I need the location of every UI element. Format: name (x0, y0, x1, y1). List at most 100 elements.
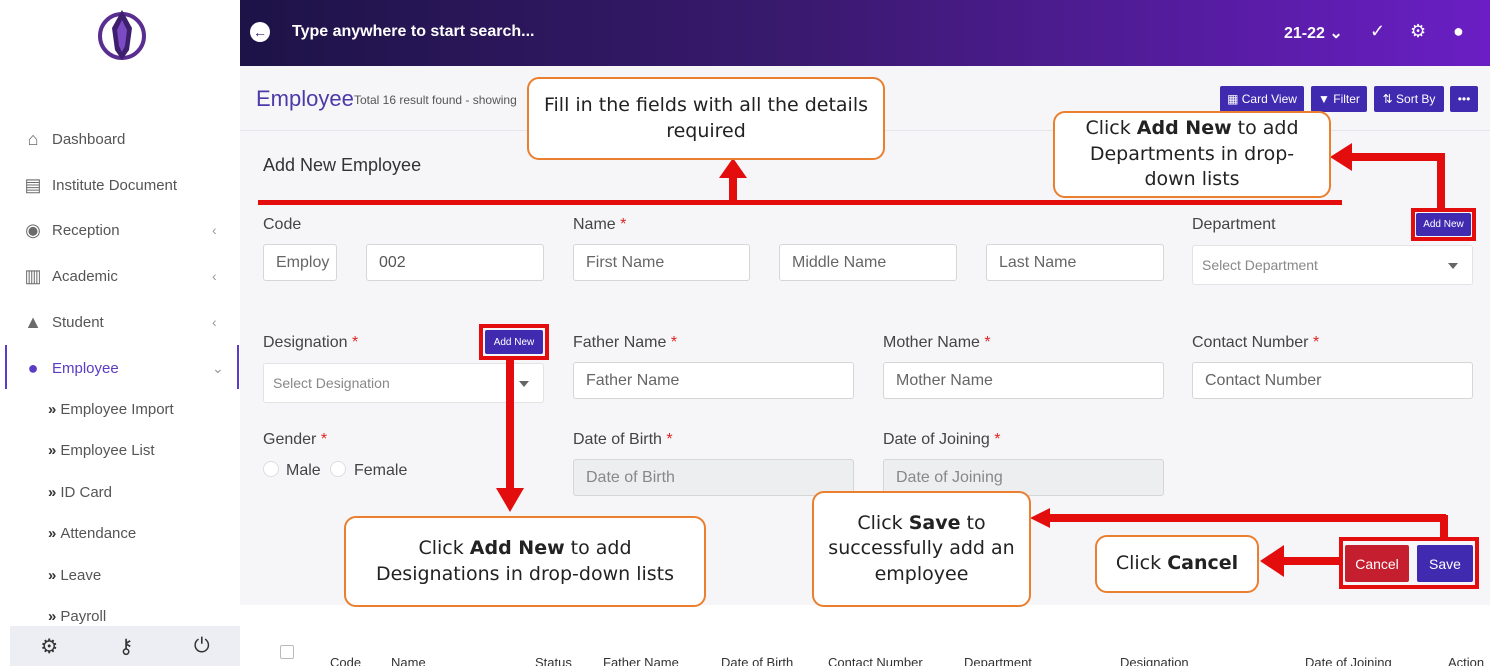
power-icon[interactable]: ⏻ (194, 635, 210, 658)
callout-save: Click Save to successfully add an employ… (812, 491, 1031, 607)
add-new-designation-button[interactable]: Add New (485, 330, 543, 354)
grid-icon: ▦ (1227, 92, 1242, 106)
card-view-button[interactable]: ▦ Card View (1220, 86, 1304, 112)
sidebar-item-label: Reception (52, 221, 120, 239)
subitem-label: Attendance (60, 525, 137, 542)
subitem-label: Employee List (60, 442, 155, 459)
male-label: Male (286, 462, 321, 479)
user-icon[interactable]: ● (1453, 21, 1464, 42)
designation-placeholder: Select Designation (273, 375, 390, 391)
sidebar-item-student[interactable]: ▲ Student ‹ (22, 311, 217, 333)
sidebar-item-institute-document[interactable]: ▤ Institute Document (22, 174, 177, 196)
back-arrow-icon[interactable]: ← (250, 22, 270, 42)
more-button[interactable]: ••• (1450, 86, 1478, 112)
table-header[interactable]: Contact Number (828, 655, 923, 666)
callout-fill-fields: Fill in the fields with all the details … (527, 77, 885, 160)
sidebar-item-reception[interactable]: ◉ Reception ‹ (22, 219, 217, 241)
callout-bold: Add New (1136, 117, 1232, 140)
sort-by-button[interactable]: ⇅ Sort By (1374, 86, 1444, 112)
dob-input[interactable]: Date of Birth (573, 459, 854, 496)
check-circle-icon[interactable]: ✓ (1370, 21, 1385, 42)
key-icon[interactable]: ⚷ (119, 634, 134, 659)
filter-icon: ▼ (1318, 92, 1334, 106)
father-name-input[interactable]: Father Name (573, 362, 854, 399)
annotation-arrow-cancel-head (1260, 545, 1284, 577)
table-header[interactable]: Department (964, 655, 1032, 666)
sort-label: Sort By (1396, 92, 1436, 106)
sidebar-subitem-leave[interactable]: » Leave (48, 567, 101, 584)
code-prefix-input[interactable]: Employ (263, 244, 337, 281)
sidebar-subitem-attendance[interactable]: » Attendance (48, 525, 136, 542)
callout-bold: Save (908, 511, 961, 534)
sidebar-subitem-id-card[interactable]: » ID Card (48, 484, 112, 501)
middle-name-input[interactable]: Middle Name (779, 244, 957, 281)
sidebar-subitem-payroll[interactable]: » Payroll (48, 608, 106, 625)
last-name-input[interactable]: Last Name (986, 244, 1164, 281)
year-selector[interactable]: 21-22 ⌄ (1284, 23, 1343, 43)
result-count: Total 16 result found - showing (354, 93, 517, 107)
chevron-down-icon: ⌄ (1329, 25, 1343, 42)
code-input[interactable]: 002 (366, 244, 544, 281)
mother-name-input[interactable]: Mother Name (883, 362, 1164, 399)
home-icon: ⌂ (27, 128, 39, 149)
mother-name-label: Mother Name * (883, 334, 991, 352)
father-label-text: Father Name (573, 334, 667, 351)
sidebar-subitem-employee-list[interactable]: » Employee List (48, 442, 155, 459)
add-new-department-button[interactable]: Add New (1416, 213, 1471, 236)
callout-bold: Add New (469, 536, 565, 559)
table-header[interactable]: Code (330, 655, 361, 666)
annotation-arrow-save-head (1030, 508, 1050, 528)
female-radio[interactable] (330, 461, 346, 477)
callout-text: Click (857, 511, 909, 534)
department-select[interactable]: Select Department (1192, 245, 1473, 285)
select-all-checkbox[interactable] (280, 645, 294, 659)
active-indicator-right (237, 345, 239, 389)
active-indicator (5, 345, 7, 389)
cancel-button[interactable]: Cancel (1345, 545, 1409, 582)
code-label: Code (263, 216, 302, 233)
chevron-left-icon: ‹ (212, 268, 217, 284)
table-header[interactable]: Date of Joining (1305, 655, 1392, 666)
contact-label-text: Contact Number (1192, 334, 1309, 351)
table-header[interactable]: Name (391, 655, 426, 666)
page-title: Employee (256, 86, 354, 111)
mother-label-text: Mother Name (883, 334, 980, 351)
subitem-label: ID Card (60, 484, 113, 501)
table-header[interactable]: Father Name (603, 655, 679, 666)
table-header[interactable]: Designation (1120, 655, 1189, 666)
designation-label: Designation * (263, 334, 358, 352)
first-name-input[interactable]: First Name (573, 244, 750, 281)
table-header[interactable]: Date of Birth (721, 655, 793, 666)
search-input[interactable]: Type anywhere to start search... (292, 23, 534, 41)
sidebar-item-academic[interactable]: ▥ Academic ‹ (22, 265, 216, 287)
contact-number-input[interactable]: Contact Number (1192, 362, 1473, 399)
table-header[interactable]: Action (1448, 655, 1484, 666)
chevron-left-icon: ‹ (212, 222, 217, 238)
required-mark: * (666, 431, 673, 448)
required-mark: * (994, 431, 1001, 448)
card-view-label: Card View (1241, 92, 1297, 106)
callout-bold: Cancel (1167, 552, 1239, 575)
gender-label-text: Gender (263, 431, 317, 448)
school-icon: ▥ (24, 265, 42, 286)
topbar: ← Type anywhere to start search... 21-22… (240, 0, 1490, 66)
table-header[interactable]: Status (535, 655, 572, 666)
save-button[interactable]: Save (1417, 545, 1473, 582)
sidebar-subitem-employee-import[interactable]: » Employee Import (48, 401, 174, 418)
sort-icon: ⇅ (1382, 92, 1397, 106)
document-icon: ▤ (24, 174, 42, 195)
sidebar-item-label: Student (52, 313, 104, 331)
form-title: Add New Employee (263, 155, 422, 175)
filter-button[interactable]: ▼ Filter (1311, 86, 1367, 112)
sidebar-item-label: Dashboard (52, 130, 126, 148)
sidebar-item-dashboard[interactable]: ⌂ Dashboard (22, 128, 126, 150)
annotation-arrow-up-head (719, 158, 747, 178)
required-mark: * (1312, 334, 1320, 351)
male-radio[interactable] (263, 461, 279, 477)
sidebar: ⌂ Dashboard ▤ Institute Document ◉ Recep… (0, 0, 240, 666)
settings-icon[interactable]: ⚙ (40, 634, 58, 659)
sidebar-item-employee[interactable]: ● Employee ⌄ (22, 357, 224, 379)
settings-icon[interactable]: ⚙ (1410, 21, 1426, 42)
designation-select[interactable]: Select Designation (263, 363, 544, 403)
required-mark: * (620, 216, 627, 233)
